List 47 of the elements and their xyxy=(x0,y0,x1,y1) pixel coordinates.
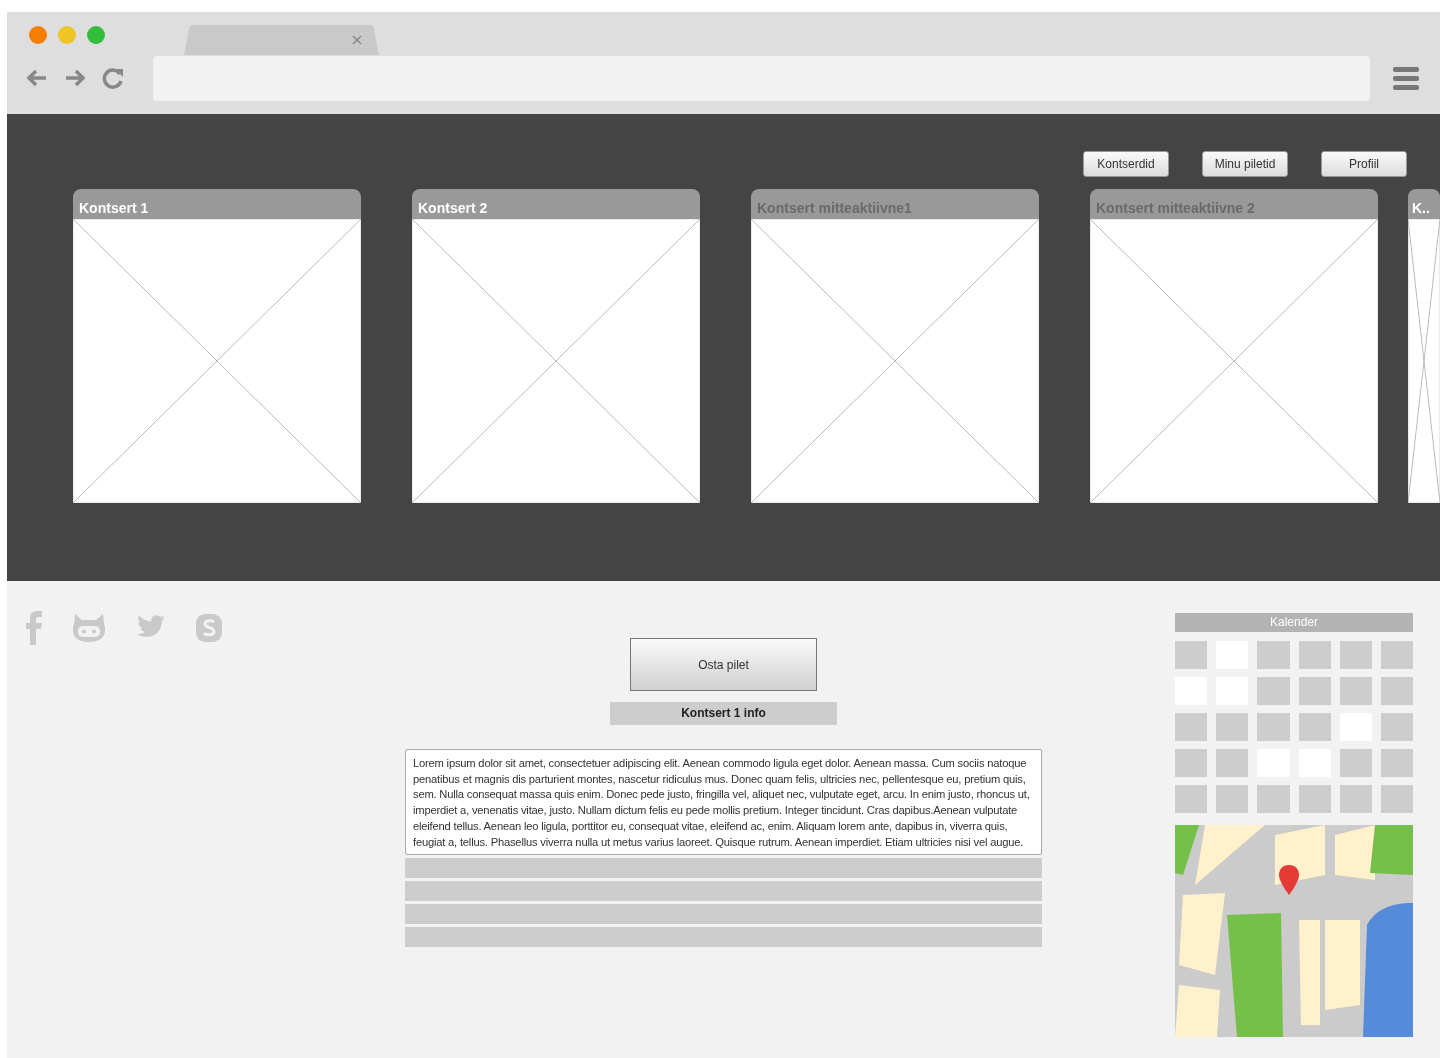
github-icon[interactable] xyxy=(73,614,105,642)
nav-button[interactable]: Minu piletid xyxy=(1202,151,1288,177)
calendar-day[interactable] xyxy=(1339,749,1372,777)
calendar-day[interactable] xyxy=(1216,713,1249,741)
info-heading: Kontsert 1 info xyxy=(610,702,837,725)
calendar-day[interactable] xyxy=(1257,677,1290,705)
concert-card[interactable]: Kontsert 1 xyxy=(73,189,361,503)
back-icon[interactable] xyxy=(25,67,49,89)
calendar-day[interactable] xyxy=(1216,749,1249,777)
calendar-day[interactable] xyxy=(1380,749,1413,777)
calendar-day[interactable] xyxy=(1380,641,1413,669)
calendar-day[interactable] xyxy=(1175,785,1208,813)
forward-icon[interactable] xyxy=(63,67,87,89)
card-title: K.. xyxy=(1408,189,1440,219)
concert-card[interactable]: K.. xyxy=(1408,189,1440,503)
address-bar[interactable] xyxy=(153,55,1370,101)
calendar-day[interactable] xyxy=(1380,785,1413,813)
calendar-day[interactable] xyxy=(1257,713,1290,741)
calendar-day[interactable] xyxy=(1175,749,1208,777)
facebook-icon[interactable] xyxy=(25,611,43,645)
calendar-day[interactable] xyxy=(1339,785,1372,813)
close-icon[interactable] xyxy=(351,34,363,46)
calendar-day[interactable] xyxy=(1175,641,1208,669)
card-title: Kontsert 2 xyxy=(412,189,700,219)
calendar-day[interactable] xyxy=(1257,641,1290,669)
menu-icon[interactable] xyxy=(1392,64,1420,92)
reload-icon[interactable] xyxy=(101,66,125,90)
calendar-day[interactable] xyxy=(1216,785,1249,813)
calendar-day[interactable] xyxy=(1339,641,1372,669)
browser-tab[interactable] xyxy=(184,25,379,55)
calendar-day[interactable] xyxy=(1298,713,1331,741)
buy-ticket-button[interactable]: Osta pilet xyxy=(630,638,817,691)
calendar-day[interactable] xyxy=(1298,641,1331,669)
card-title: Kontsert 1 xyxy=(73,189,361,219)
calendar-day[interactable] xyxy=(1339,677,1372,705)
calendar-day[interactable] xyxy=(1380,713,1413,741)
nav-button[interactable]: Kontserdid xyxy=(1083,151,1169,177)
calendar-day[interactable] xyxy=(1175,713,1208,741)
skype-icon[interactable] xyxy=(195,613,223,643)
nav-button[interactable]: Profiil xyxy=(1321,151,1407,177)
calendar-day[interactable] xyxy=(1298,785,1331,813)
description-text: Lorem ipsum dolor sit amet, consectetuer adipiscing elit. Aenean commodo ligula eget dolor. Aenean massa. Cum sociis natoque penatibus et magnis dis parturient montes, nascetur ridiculus mus. Donec quam felis, ultricies nec, pellentesque eu, pretium quis, sem. Nulla consequat massa quis enim. Donec pede justo, fringilla vel, aliquet nec, vulputate eget, arcu. In enim justo, rhoncus ut, imperdiet a, venenatis vitae, justo. Nullam dictum felis eu pede mollis pretium. Integer tincidunt. Cras dapibus.Aenean vulputate eleifend tellus. Aenean leo ligula, porttitor eu, consequat vitae, eleifend ac, enim. Aliquam lorem ante, dapibus in, viverra quis, feugiat a, tellus. Phasellus viverra nulla ut metus varius laoreet. Quisque rutrum. Aenean imperdiet. Etiam ultricies nisi vel augue. xyxy=(405,749,1042,856)
concert-card[interactable]: Kontsert 2 xyxy=(412,189,700,503)
calendar-day[interactable] xyxy=(1257,785,1290,813)
calendar-title: Kalender xyxy=(1175,613,1413,632)
calendar-day[interactable] xyxy=(1298,677,1331,705)
calendar-day[interactable] xyxy=(1380,677,1413,705)
